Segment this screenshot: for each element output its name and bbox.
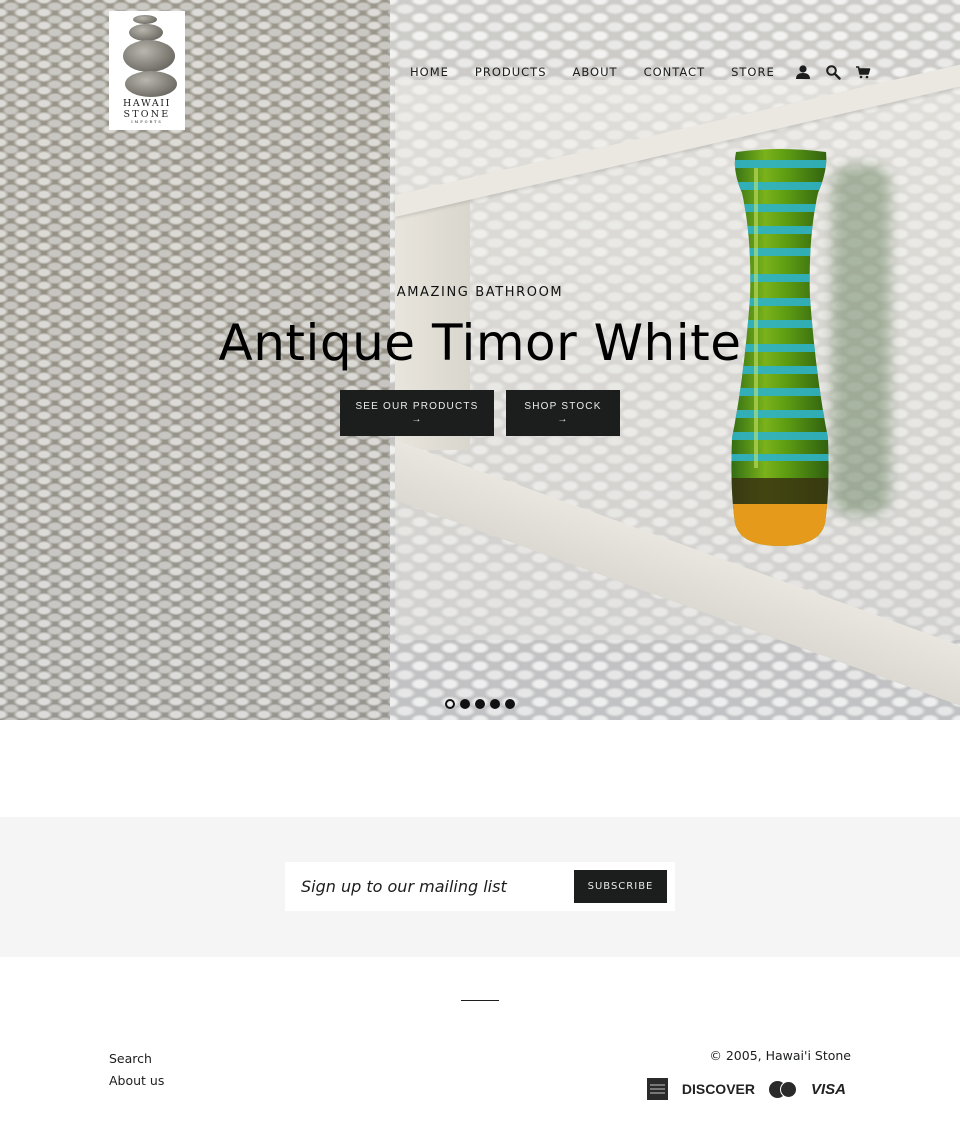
subscribe-button[interactable]: SUBSCRIBE (574, 870, 667, 903)
see-our-products-button[interactable]: SEE OUR PRODUCTS → (340, 390, 494, 436)
nav-store[interactable]: STORE (731, 65, 775, 79)
search-icon[interactable] (825, 64, 841, 80)
footer-link-about-us[interactable]: About us (109, 1070, 164, 1092)
payment-icons: DISCOVER VISA (646, 1078, 846, 1100)
footer-divider (461, 1000, 499, 1001)
see-our-products-label: SEE OUR PRODUCTS (355, 401, 479, 412)
slide-dot-2[interactable] (460, 699, 470, 709)
slide-dot-1[interactable] (445, 699, 455, 709)
slide-dot-4[interactable] (490, 699, 500, 709)
account-icon[interactable] (795, 64, 811, 80)
newsletter-section: SUBSCRIBE (0, 817, 960, 957)
cart-icon[interactable] (855, 64, 871, 80)
shop-stock-label: SHOP STOCK (524, 401, 602, 412)
newsletter-email-input[interactable] (285, 862, 570, 911)
visa-icon: VISA (810, 1080, 846, 1098)
hero-buttons: SEE OUR PRODUCTS → SHOP STOCK → (0, 390, 960, 436)
slideshow-pagination (445, 699, 515, 709)
hero-subtitle: AMAZING BATHROOM (396, 285, 564, 300)
discover-icon: DISCOVER (681, 1081, 755, 1097)
logo-text-hawaii: HAWAII (122, 98, 172, 109)
copyright-text: © 2005, Hawai'i Stone (709, 1048, 851, 1063)
mastercard-icon (768, 1080, 797, 1098)
footer-links: Search About us (109, 1048, 164, 1092)
footer-link-search[interactable]: Search (109, 1048, 164, 1070)
shop-stock-button[interactable]: SHOP STOCK → (506, 390, 620, 436)
slide-dot-5[interactable] (505, 699, 515, 709)
logo-text-imports: IMPORTS (131, 120, 163, 124)
newsletter-form: SUBSCRIBE (285, 862, 675, 911)
hero-title: Antique Timor White (218, 314, 742, 372)
nav-home[interactable]: HOME (410, 65, 449, 79)
logo-text-stone: STONE (123, 108, 171, 120)
american-express-icon (646, 1078, 668, 1100)
arrow-right-icon: → (557, 414, 569, 425)
logo-stones-icon (117, 13, 177, 99)
nav-contact[interactable]: CONTACT (644, 65, 706, 79)
site-logo[interactable]: HAWAII STONE IMPORTS (109, 11, 185, 130)
nav-products[interactable]: PRODUCTS (475, 65, 547, 79)
slide-dot-3[interactable] (475, 699, 485, 709)
arrow-right-icon: → (411, 414, 423, 425)
nav-about[interactable]: ABOUT (573, 65, 618, 79)
main-nav: HOME PRODUCTS ABOUT CONTACT STORE (410, 64, 885, 80)
